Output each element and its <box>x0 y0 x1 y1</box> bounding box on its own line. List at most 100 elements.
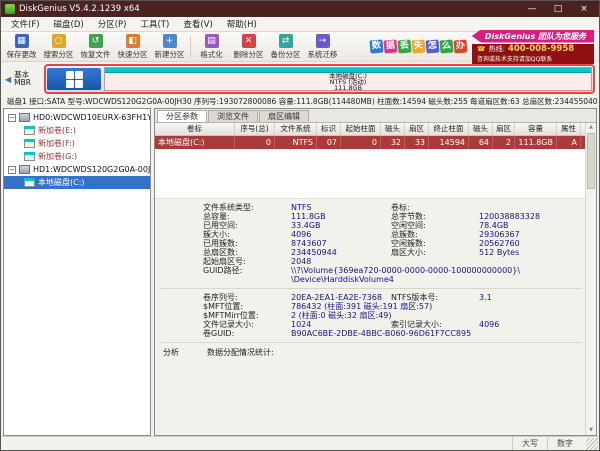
table-header-cell[interactable]: 文件系统 <box>275 123 317 135</box>
param-label: 扇区大小: <box>391 248 426 257</box>
minimize-button[interactable]: — <box>521 1 543 17</box>
table-cell: 32 <box>381 136 405 149</box>
table-header-cell[interactable]: 扇区 <box>405 123 429 135</box>
table-header-cell[interactable]: 容量 <box>515 123 557 135</box>
delete-partition-button[interactable]: 删除分区 <box>230 33 267 60</box>
table-row-local-disk-c[interactable]: 本地磁盘(C:) 0 NTFS 07 0 32 33 14594 64 2 111.8GB A <box>155 136 596 149</box>
table-header-cell[interactable]: 磁头 <box>381 123 405 135</box>
table-header-cell[interactable]: 终止柱面 <box>429 123 469 135</box>
param-row: \Device\HarddiskVolume4 <box>155 275 596 284</box>
params-section-2: 卷序列号: 20EA-2EA1-EA2E-7368 NTFS版本号: 3.1 $… <box>155 293 596 338</box>
new-partition-button[interactable]: 新建分区 <box>151 33 188 60</box>
table-header-cell[interactable]: 标识 <box>317 123 341 135</box>
toolbar: 保存更改 搜索分区 恢复文件 快速分区 新建分区 格式化 删除分区 <box>1 29 599 64</box>
disk-info-line: 磁盘1 接口:SATA 型号:WDCWDS120G2G0A-00JH30 序列号… <box>7 97 598 106</box>
menu-disk[interactable]: 磁盘(D) <box>47 18 91 30</box>
menu-view[interactable]: 查看(V) <box>176 18 219 30</box>
param-row: 卷序列号: 20EA-2EA1-EA2E-7368 NTFS版本号: 3.1 <box>155 293 596 302</box>
system-migration-button[interactable]: 系统迁移 <box>304 33 341 60</box>
window-title: DiskGenius V5.4.2.1239 x64 <box>19 4 140 14</box>
tree-item-local-disk-c[interactable]: 本地磁盘(C:) <box>4 176 150 189</box>
scroll-up-icon[interactable]: ▲ <box>586 123 596 132</box>
table-header-cell[interactable]: 扇区 <box>493 123 515 135</box>
search-partition-button[interactable]: 搜索分区 <box>40 33 77 60</box>
tree-node-hd0[interactable]: − HD0:WDCWD10EURX-63FH1Y0(932G <box>4 111 150 124</box>
hotline-label: 热线: <box>488 44 505 53</box>
scrollbar-thumb[interactable] <box>587 133 595 189</box>
format-button[interactable]: 格式化 <box>193 33 230 60</box>
table-cell: NTFS <box>275 136 317 149</box>
param-label <box>391 266 479 275</box>
promo-char: 办 <box>453 39 468 54</box>
param-row: 总扇区数: 234450944 扇区大小: 512 Bytes <box>155 248 596 257</box>
promo-char: 失 <box>411 39 426 54</box>
param-label: 起始扇区号: <box>203 257 246 266</box>
param-value: 78.4GB <box>479 221 509 230</box>
section-separator <box>161 288 582 289</box>
param-value: 4096 <box>291 230 312 239</box>
param-value <box>479 257 596 266</box>
table-header-cell[interactable]: 属性 <box>557 123 581 135</box>
partition-icon <box>24 152 35 161</box>
quick-partition-icon <box>125 33 140 48</box>
menu-help[interactable]: 帮助(H) <box>220 18 264 30</box>
param-label: 总簇数: <box>391 230 418 239</box>
param-row: $MFTMirr位置: 2 (柱面:0 磁头:32 扇区:49) <box>155 311 596 320</box>
param-value: \Device\HarddiskVolume4 <box>291 275 394 284</box>
tab-browse-files[interactable]: 浏览文件 <box>208 110 258 122</box>
table-empty-area <box>155 149 596 199</box>
table-header-cell[interactable]: 磁头 <box>469 123 493 135</box>
partition-block-c[interactable]: 本地磁盘(C:) NTFS (活动) 111.8GB <box>104 67 592 91</box>
param-label <box>203 275 291 284</box>
analysis-row: 分析 数据分配情况统计: <box>155 347 596 358</box>
tab-sector-edit[interactable]: 扇区编辑 <box>259 110 309 122</box>
promo-slogan: 数据丢失怎么办 <box>369 39 468 54</box>
param-label: 索引记录大小: <box>391 320 442 329</box>
param-value: 8743607 <box>291 239 327 248</box>
tree-item-volume-g[interactable]: 新加卷(G:) <box>4 150 150 163</box>
collapse-toggle-icon[interactable]: − <box>8 165 16 174</box>
toolbar-button-label: 恢复文件 <box>80 49 111 59</box>
scroll-down-icon[interactable]: ▼ <box>586 426 596 435</box>
partition-params-area: 文件系统类型: NTFS 卷标: 总容量: 111.8GB 总字节数: 1200… <box>155 199 596 435</box>
tree-node-hd1[interactable]: − HD1:WDCWDS120G2G0A-00JH30(11 <box>4 163 150 176</box>
tree-item-volume-e[interactable]: 新加卷(E:) <box>4 124 150 137</box>
param-label: 卷GUID: <box>203 329 235 338</box>
menu-partition[interactable]: 分区(P) <box>91 18 134 30</box>
params-section-1: 文件系统类型: NTFS 卷标: 总容量: 111.8GB 总字节数: 1200… <box>155 203 596 284</box>
param-label: $MFT位置: <box>203 302 244 311</box>
vertical-scrollbar[interactable]: ▲ ▼ <box>585 123 596 435</box>
param-value: 3.1 <box>479 293 492 302</box>
param-value: 20EA-2EA1-EA2E-7368 <box>291 293 382 302</box>
save-changes-button[interactable]: 保存更改 <box>3 33 40 60</box>
param-label: 卷标: <box>391 203 410 212</box>
param-label <box>391 311 479 320</box>
collapse-arrow-icon[interactable]: ◀ <box>5 75 11 84</box>
detail-tabs: 分区参数 浏览文件 扇区编辑 <box>155 109 596 123</box>
param-row: 文件记录大小: 1024 索引记录大小: 4096 <box>155 320 596 329</box>
close-button[interactable]: × <box>573 1 595 17</box>
param-row: 簇大小: 4096 总簇数: 29306367 <box>155 230 596 239</box>
tree-item-volume-f[interactable]: 新加卷(F:) <box>4 137 150 150</box>
toolbar-button-label: 搜索分区 <box>43 49 74 59</box>
param-label: 总扇区数: <box>203 248 238 257</box>
table-header-cell[interactable]: 序号(总) <box>235 123 275 135</box>
tab-partition-params[interactable]: 分区参数 <box>157 110 207 122</box>
param-value: 20562760 <box>479 239 520 248</box>
partition-table-type-label: MBR <box>14 78 31 87</box>
disk-graph-left: ◀ 基本 MBR <box>5 70 41 88</box>
menu-tools[interactable]: 工具(T) <box>133 18 176 30</box>
menu-file[interactable]: 文件(F) <box>4 18 47 30</box>
param-label <box>391 329 479 338</box>
backup-partition-button[interactable]: 备份分区 <box>267 33 304 60</box>
table-header-cell[interactable]: 起始柱面 <box>341 123 381 135</box>
table-header-cell[interactable]: 卷标 <box>155 123 235 135</box>
param-label: 卷序列号: <box>203 293 238 302</box>
resize-grip[interactable] <box>586 437 598 450</box>
collapse-toggle-icon[interactable]: − <box>8 113 16 122</box>
param-label: 空闲簇数: <box>391 239 426 248</box>
quick-partition-button[interactable]: 快速分区 <box>114 33 151 60</box>
recover-files-button[interactable]: 恢复文件 <box>77 33 114 60</box>
maximize-button[interactable]: □ <box>547 1 569 17</box>
param-label: 已用簇数: <box>203 239 238 248</box>
